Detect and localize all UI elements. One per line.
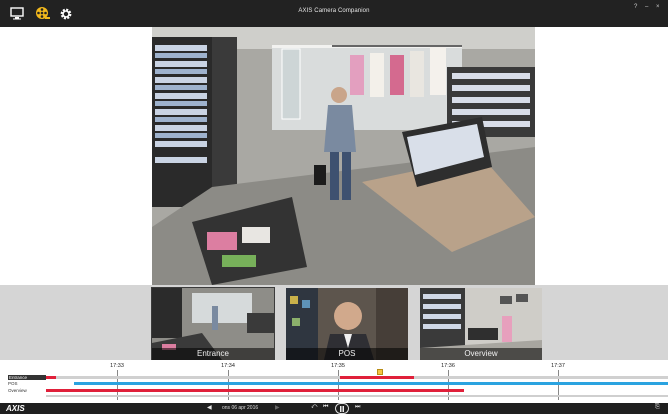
timeline-scrollbar[interactable] <box>46 395 668 397</box>
thumbnail-overview[interactable]: Overview <box>420 288 542 360</box>
camera-thumbnail-strip: Entrance POS Overview <box>0 285 668 361</box>
tick-label: 17:36 <box>441 363 455 369</box>
help-button[interactable]: ? <box>634 4 637 10</box>
skip-back-icon[interactable]: ⏮ <box>323 404 328 411</box>
minimize-button[interactable]: – <box>645 4 648 10</box>
skip-forward-icon[interactable]: ⏭ <box>355 404 360 411</box>
app-window: AXIS Camera Companion ? – × Entrance POS… <box>0 0 668 414</box>
tick-label: 17:33 <box>110 363 124 369</box>
jump-back-icon[interactable]: ⤺ <box>311 404 317 411</box>
pause-icon <box>340 405 344 412</box>
thumbnail-label: Entrance <box>152 348 274 360</box>
thumbnail-pos[interactable]: POS <box>286 288 408 360</box>
tick-label: 17:37 <box>551 363 565 369</box>
track-segment-continuous <box>74 382 668 385</box>
track-segment-motion <box>340 376 414 379</box>
previous-day-icon[interactable]: ◀ <box>207 404 212 411</box>
thumbnail-entrance[interactable]: Entrance <box>151 287 275 361</box>
close-button[interactable]: × <box>656 4 660 10</box>
track-segment-motion <box>46 376 56 379</box>
track-label-overview[interactable]: Overview <box>8 388 46 393</box>
tick-label: 17:34 <box>221 363 235 369</box>
title-bar: AXIS Camera Companion ? – × <box>0 0 668 27</box>
track-label-pos[interactable]: POS <box>8 381 46 386</box>
playhead-marker[interactable] <box>377 369 383 375</box>
video-feed[interactable] <box>152 27 535 285</box>
date-display: ons 06 apr 2016 <box>222 405 259 411</box>
window-title: AXIS Camera Companion <box>298 8 370 14</box>
thumbnail-label: Overview <box>420 348 542 360</box>
thumbnail-label: POS <box>286 348 408 360</box>
track-label-entrance[interactable]: Entrance <box>8 375 46 380</box>
export-icon[interactable]: ⎘ <box>655 404 660 411</box>
pause-button[interactable] <box>335 403 349 414</box>
timeline[interactable]: 17:33 17:34 17:35 17:36 17:37 Entrance P… <box>0 360 668 403</box>
track-segment-motion <box>46 389 464 392</box>
next-day-icon[interactable]: ▶ <box>275 404 280 411</box>
tick-label: 17:35 <box>331 363 345 369</box>
axis-logo: AXIS <box>6 404 25 413</box>
playback-controls: AXIS ◀ ons 06 apr 2016 ▶ ⤺ ⏮ ⏭ ⎘ <box>0 403 668 414</box>
main-view <box>0 27 668 285</box>
